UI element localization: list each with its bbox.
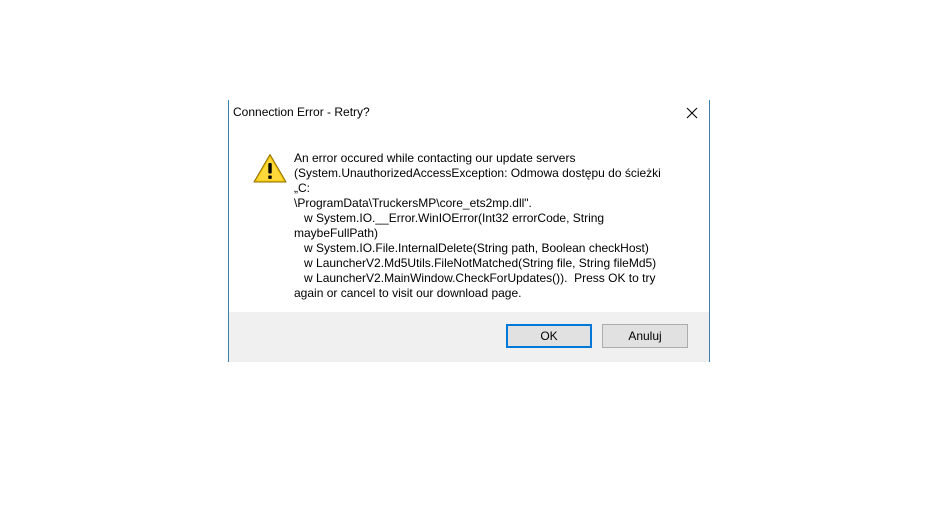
- close-icon: [686, 107, 698, 119]
- dialog-content: An error occured while contacting our up…: [229, 126, 709, 312]
- error-dialog: Connection Error - Retry? An error occur…: [228, 100, 710, 362]
- title-bar[interactable]: Connection Error - Retry?: [229, 100, 709, 126]
- close-button[interactable]: [675, 100, 709, 126]
- error-message: An error occured while contacting our up…: [294, 151, 661, 300]
- dialog-title: Connection Error - Retry?: [233, 105, 370, 119]
- warning-icon: [253, 154, 287, 183]
- cancel-button[interactable]: Anuluj: [602, 324, 688, 348]
- button-bar: OK Anuluj: [229, 312, 709, 362]
- ok-button[interactable]: OK: [506, 324, 592, 348]
